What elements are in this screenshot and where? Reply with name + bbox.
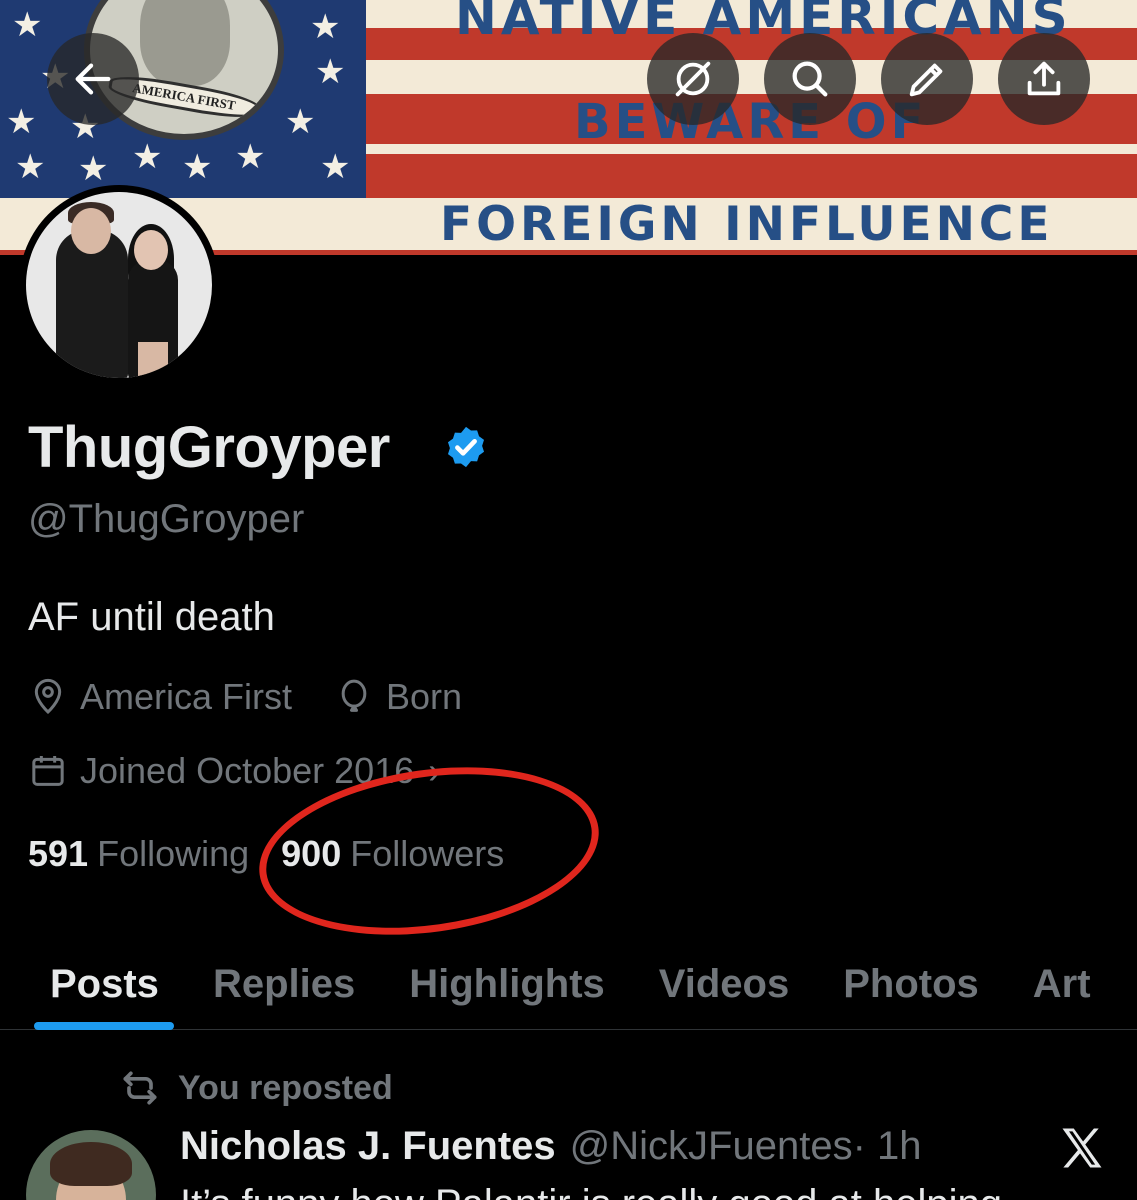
- tab-photos[interactable]: Photos: [843, 938, 979, 1030]
- joined-text: Joined October 2016: [80, 750, 415, 791]
- profile-tabs: Posts Replies Highlights Videos Photos A…: [0, 938, 1137, 1030]
- banner-line-1: NATIVE AMERICANS: [455, 0, 1072, 46]
- share-icon: [1027, 61, 1061, 96]
- location-item: America First: [28, 676, 292, 718]
- banner-line-3: FOREIGN INFLUENCE: [440, 197, 1054, 252]
- location-text: America First: [80, 676, 293, 717]
- post-header: Nicholas J. Fuentes @NickJFuentes · 1h: [180, 1124, 922, 1169]
- balloon-icon: [341, 679, 367, 712]
- tab-highlights-label: Highlights: [409, 961, 605, 1006]
- tab-articles[interactable]: Art: [1033, 938, 1091, 1030]
- grok-button[interactable]: [647, 33, 739, 125]
- tab-videos-label: Videos: [658, 961, 790, 1006]
- post-author-avatar[interactable]: [26, 1130, 156, 1200]
- followers-count: 900: [281, 833, 342, 874]
- tab-articles-label: Art: [1032, 961, 1091, 1006]
- edit-button[interactable]: [881, 33, 973, 125]
- tab-replies-label: Replies: [212, 961, 356, 1006]
- search-button[interactable]: [764, 33, 856, 125]
- arrow-left-icon: [75, 63, 111, 95]
- back-button[interactable]: [47, 33, 139, 125]
- post-author-handle[interactable]: @NickJFuentes: [570, 1124, 853, 1169]
- joined-chevron-icon: ›: [428, 750, 441, 791]
- pencil-icon: [909, 63, 943, 97]
- followers-label: Followers: [350, 833, 505, 874]
- calendar-icon: [32, 756, 64, 786]
- tab-replies[interactable]: Replies: [213, 938, 355, 1030]
- birth-text: Born: [386, 676, 463, 717]
- location-pin-icon: [34, 678, 62, 715]
- verified-badge-icon[interactable]: [443, 424, 489, 470]
- following-label: Following: [97, 833, 250, 874]
- x-logo-icon: [1062, 1128, 1102, 1168]
- tab-videos[interactable]: Videos: [659, 938, 789, 1030]
- followers-link[interactable]: 900 Followers: [281, 833, 504, 875]
- following-count: 591: [28, 833, 89, 874]
- repost-icon: [123, 1071, 157, 1105]
- birth-item: Born: [334, 676, 462, 718]
- post-timestamp[interactable]: · 1h: [853, 1124, 922, 1169]
- tab-photos-label: Photos: [843, 961, 979, 1006]
- profile-meta-row: America First Born: [28, 676, 504, 718]
- share-button[interactable]: [998, 33, 1090, 125]
- tab-posts-label: Posts: [50, 961, 159, 1006]
- profile-bio: AF until death: [28, 595, 275, 639]
- follow-stats: 591 Following 900 Followers: [28, 833, 536, 875]
- grok-icon: [675, 61, 711, 97]
- tab-highlights[interactable]: Highlights: [409, 938, 605, 1030]
- search-icon: [792, 61, 828, 97]
- joined-row[interactable]: Joined October 2016 ›: [28, 750, 440, 792]
- repost-indicator: You reposted: [118, 1066, 393, 1110]
- post-text: It’s funny how Palantir is really good a…: [180, 1182, 1002, 1200]
- tab-posts[interactable]: Posts: [34, 938, 175, 1030]
- active-tab-indicator: [34, 1022, 175, 1030]
- following-link[interactable]: 591 Following: [28, 833, 249, 875]
- profile-handle: @ThugGroyper: [28, 497, 305, 541]
- profile-avatar[interactable]: [19, 185, 219, 385]
- post-author-name[interactable]: Nicholas J. Fuentes: [180, 1124, 556, 1169]
- banner-line-2: BEWARE OF: [574, 94, 928, 150]
- repost-label: You reposted: [178, 1068, 393, 1107]
- display-name: ThugGroyper: [28, 415, 390, 480]
